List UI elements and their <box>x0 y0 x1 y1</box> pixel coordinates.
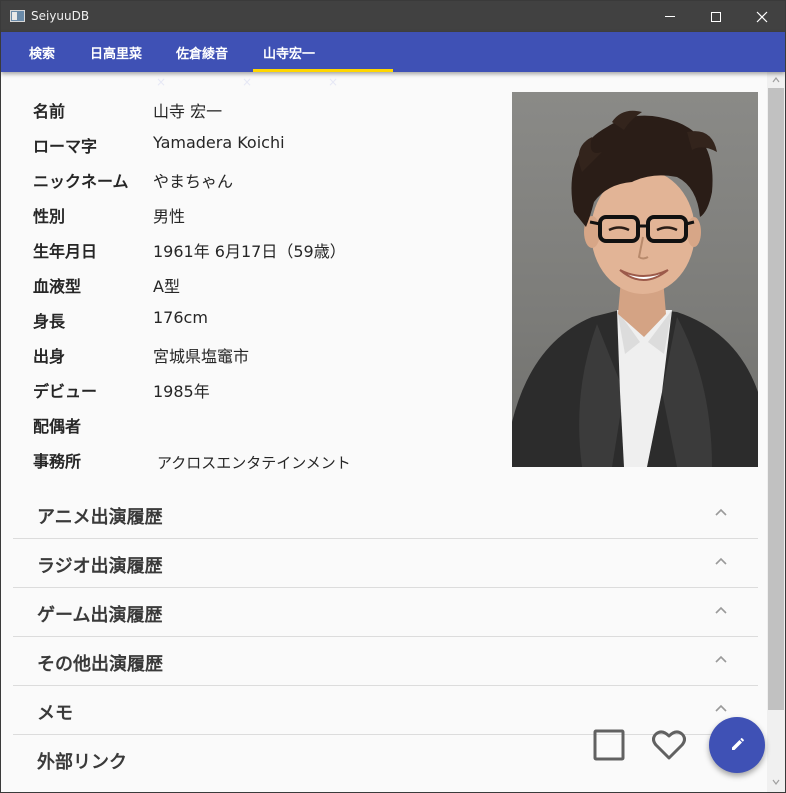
edit-fab-button[interactable] <box>709 717 765 773</box>
section-memo[interactable]: メモ <box>13 686 758 735</box>
chevron-up-icon <box>715 606 727 614</box>
section-title: メモ <box>37 703 73 724</box>
minimize-button[interactable] <box>647 1 693 32</box>
tab-label: 日高里菜 <box>90 46 143 62</box>
field-label-birthday: 生年月日 <box>33 242 98 261</box>
field-value-hometown: 宮城県塩竈市 <box>153 347 250 366</box>
square-outline-icon <box>593 729 625 761</box>
scroll-up-button[interactable] <box>767 72 785 88</box>
field-label-height: 身長 <box>33 312 66 331</box>
field-label-blood-type: 血液型 <box>33 277 82 296</box>
app-icon <box>10 10 25 22</box>
tab-hidaka-rina[interactable]: 日高里菜 <box>90 32 142 72</box>
field-value-height: 176cm <box>153 308 208 327</box>
field-value-blood-type: A型 <box>153 277 180 296</box>
section-external-links[interactable]: 外部リンク <box>13 735 758 784</box>
section-radio-history[interactable]: ラジオ出演履歴 <box>13 539 758 588</box>
tab-close-button[interactable]: × <box>328 75 338 89</box>
field-value-nickname: やまちゃん <box>153 172 234 191</box>
tab-close-button[interactable]: × <box>242 75 252 89</box>
chevron-up-icon <box>715 557 727 565</box>
maximize-button[interactable] <box>693 1 739 32</box>
field-label-romaji: ローマ字 <box>33 137 98 156</box>
section-title: アニメ出演履歴 <box>37 507 163 528</box>
field-label-debut: デビュー <box>33 382 98 401</box>
vertical-scrollbar[interactable] <box>767 72 785 792</box>
chevron-up-icon <box>715 704 727 712</box>
field-value-agency: アクロスエンタテインメント <box>157 454 351 472</box>
scroll-up-icon <box>772 77 780 83</box>
section-game-history[interactable]: ゲーム出演履歴 <box>13 588 758 637</box>
favorite-button[interactable] <box>652 729 686 765</box>
section-anime-history[interactable]: アニメ出演履歴 <box>13 490 758 539</box>
field-label-hometown: 出身 <box>33 347 66 366</box>
scroll-thumb[interactable] <box>768 88 784 710</box>
tab-yamadera-koichi[interactable]: 山寺宏一 <box>252 32 394 72</box>
tab-bar: 検索 日高里菜 × 佐倉綾音 × 山寺宏一 × <box>1 32 785 89</box>
chevron-up-icon <box>715 655 727 663</box>
tab-label: 佐倉綾音 <box>176 46 229 62</box>
app-window: SeiyuuDB 検索 日高里菜 × 佐倉綾音 × 山寺宏一 × 名前 山寺 宏… <box>0 0 786 793</box>
tab-search[interactable]: 検索 <box>29 32 55 72</box>
tab-label: 検索 <box>29 46 56 62</box>
app-title: SeiyuuDB <box>31 9 90 23</box>
chevron-up-icon <box>715 508 727 516</box>
field-label-spouse: 配偶者 <box>33 417 82 436</box>
section-title: ラジオ出演履歴 <box>37 556 163 577</box>
maximize-icon <box>711 11 721 22</box>
field-label-agency: 事務所 <box>33 452 82 471</box>
section-title: その他出演履歴 <box>37 654 163 675</box>
minimize-icon <box>665 16 675 17</box>
field-label-gender: 性別 <box>33 207 66 226</box>
profile-photo <box>512 92 758 467</box>
field-value-romaji: Yamadera Koichi <box>153 133 285 152</box>
field-value-birthday: 1961年 6月17日（59歳） <box>153 242 346 261</box>
field-value-name: 山寺 宏一 <box>153 102 223 121</box>
tab-label: 山寺宏一 <box>263 46 316 62</box>
pencil-icon <box>732 738 744 750</box>
field-value-gender: 男性 <box>153 207 186 226</box>
select-toggle-button[interactable] <box>593 729 625 765</box>
scroll-down-icon <box>772 779 780 785</box>
field-value-debut: 1985年 <box>153 382 210 401</box>
tab-close-button[interactable]: × <box>156 75 166 89</box>
field-label-nickname: ニックネーム <box>33 172 129 191</box>
heart-outline-icon <box>652 730 686 760</box>
title-bar[interactable]: SeiyuuDB <box>1 1 785 32</box>
section-title: ゲーム出演履歴 <box>37 605 163 626</box>
field-label-name: 名前 <box>33 102 66 121</box>
profile-content: 名前 山寺 宏一 ローマ字 Yamadera Koichi ニックネーム やまち… <box>1 72 767 792</box>
section-title: 外部リンク <box>37 752 127 773</box>
close-window-button[interactable] <box>739 1 785 32</box>
close-icon <box>756 11 768 22</box>
scroll-down-button[interactable] <box>767 774 785 790</box>
tab-sakura-ayane[interactable]: 佐倉綾音 <box>176 32 228 72</box>
section-other-history[interactable]: その他出演履歴 <box>13 637 758 686</box>
